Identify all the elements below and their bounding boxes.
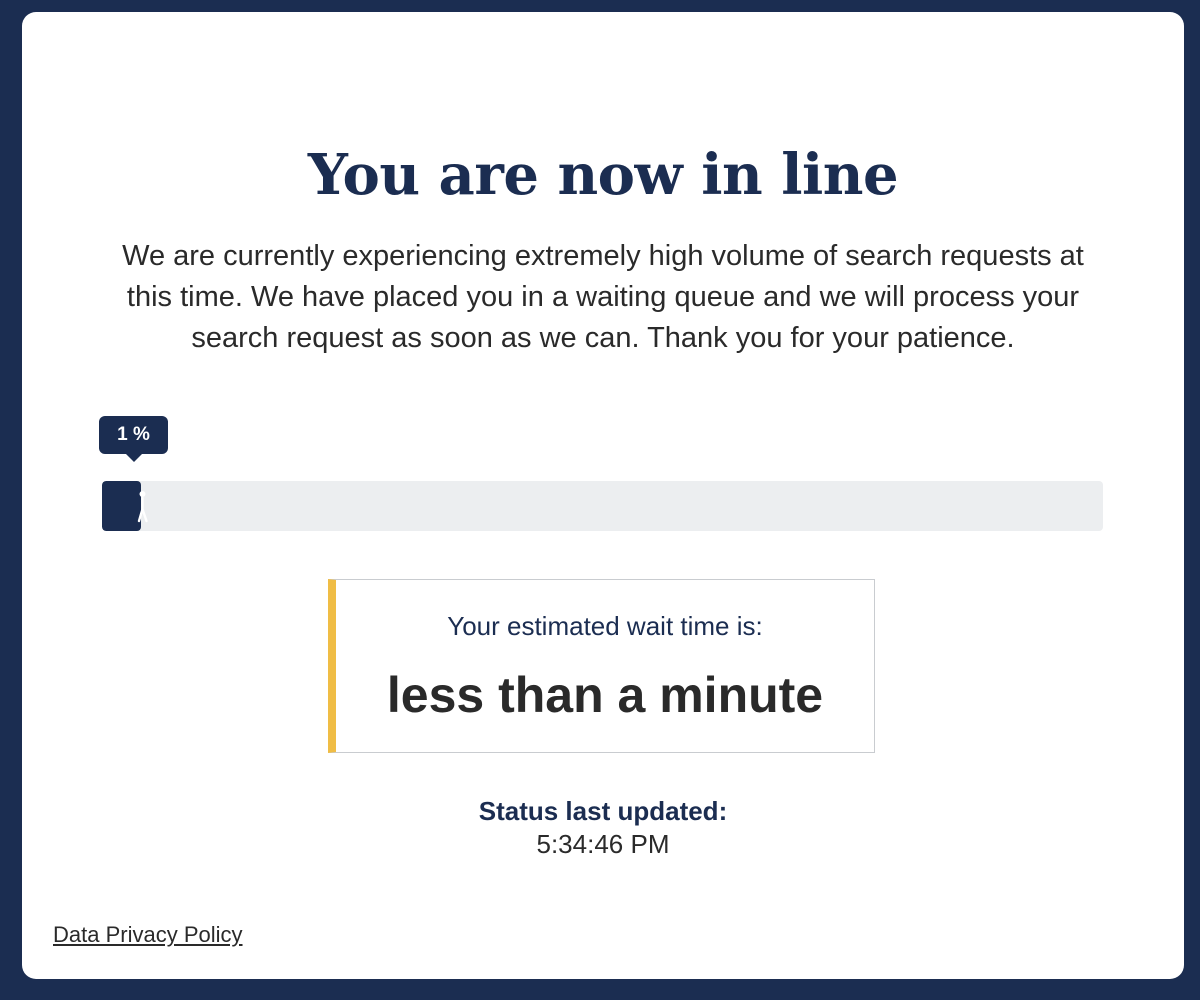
progress-badge-pointer	[125, 453, 143, 462]
data-privacy-policy-link[interactable]: Data Privacy Policy	[53, 920, 243, 950]
queue-card: You are now in line We are currently exp…	[22, 12, 1184, 979]
queue-message: We are currently experiencing extremely …	[122, 240, 1084, 354]
status-updated-time: 5:34:46 PM	[536, 829, 670, 859]
progress-bar	[102, 481, 1103, 531]
page-title: You are now in line	[307, 142, 899, 208]
status-updated-label: Status last updated:	[478, 796, 728, 826]
wait-time-box: Your estimated wait time is: less than a…	[328, 579, 875, 753]
wait-time-label: Your estimated wait time is:	[447, 611, 763, 641]
wait-time-value: less than a minute	[386, 667, 824, 723]
walking-person-icon	[137, 491, 148, 523]
progress-percent-badge: 1 %	[99, 416, 168, 454]
